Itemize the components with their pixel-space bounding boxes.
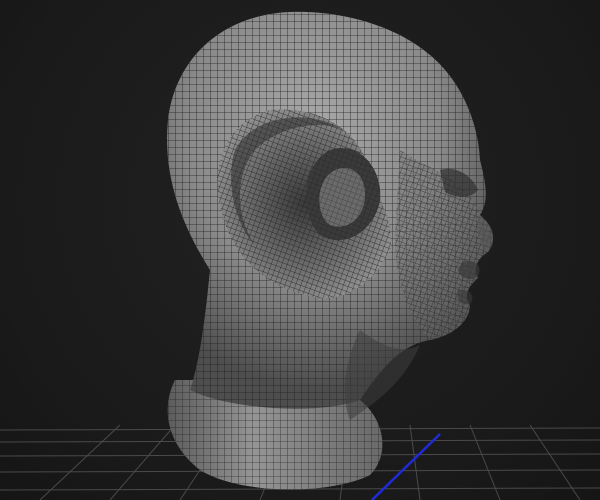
viewport-canvas[interactable] xyxy=(0,0,600,500)
sculpt-head-mesh-icon[interactable] xyxy=(167,11,494,490)
3d-viewport[interactable] xyxy=(0,0,600,500)
